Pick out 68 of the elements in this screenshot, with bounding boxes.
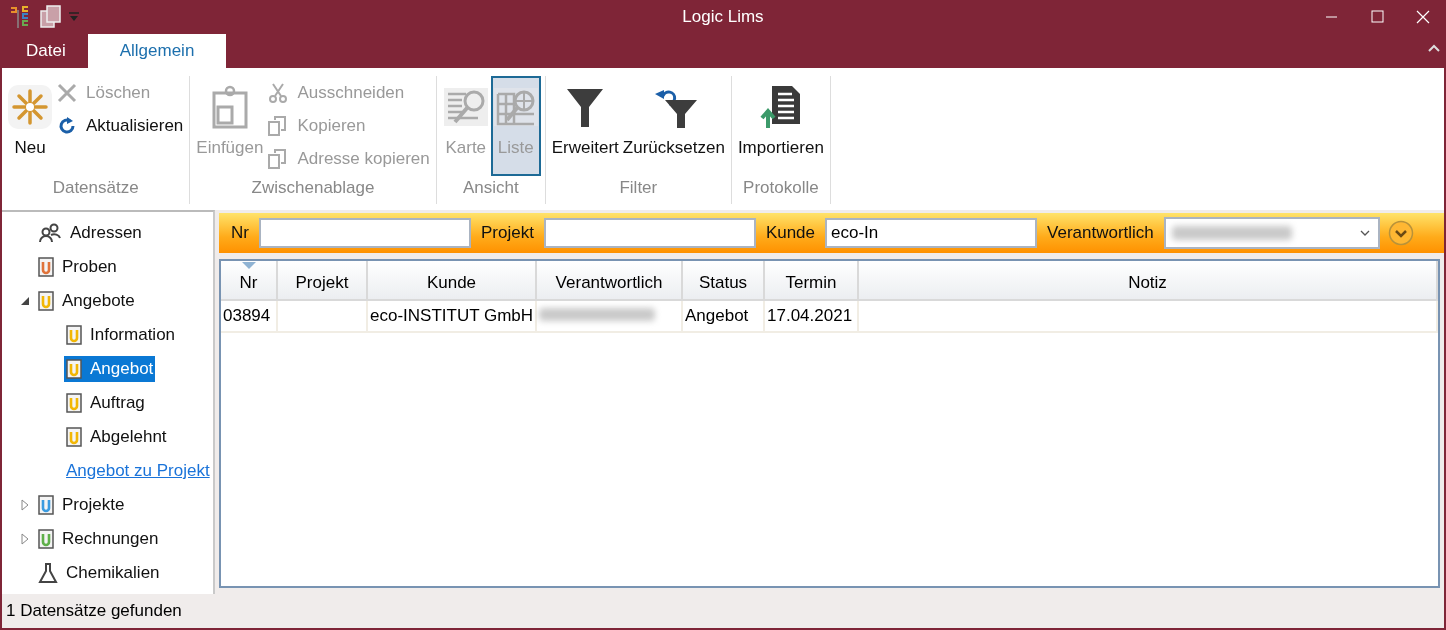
people-icon xyxy=(38,223,62,243)
chevron-down-icon xyxy=(1359,230,1370,236)
group-label: Protokolle xyxy=(743,178,819,197)
status-text: 1 Datensätze gefunden xyxy=(6,601,182,621)
table-cell: 17.04.2021 xyxy=(764,300,858,332)
table-cell: 03894 xyxy=(221,300,277,332)
tree-item[interactable]: Proben xyxy=(36,254,119,280)
expand-filter-icon[interactable] xyxy=(1387,220,1414,246)
column-header[interactable]: Nr xyxy=(221,261,277,300)
document-icon xyxy=(38,529,54,549)
collapse-ribbon-icon[interactable] xyxy=(1428,44,1440,52)
flask-icon xyxy=(38,562,58,584)
collapsed-arrow-icon[interactable] xyxy=(20,533,30,545)
column-header[interactable]: Termin xyxy=(764,261,858,300)
filter-field[interactable]: eco-In xyxy=(825,218,1038,248)
column-header[interactable]: Projekt xyxy=(277,261,367,300)
group-label: Ansicht xyxy=(462,178,519,197)
tree-item[interactable]: Abgelehnt xyxy=(64,424,169,450)
ribbon-button[interactable]: Neu xyxy=(6,76,54,176)
filter-field[interactable] xyxy=(258,218,471,248)
filter-dropdown[interactable] xyxy=(1163,217,1380,249)
table-cell: Angebot xyxy=(682,300,764,332)
copy-icon[interactable] xyxy=(40,5,62,29)
column-header[interactable]: Kunde xyxy=(367,261,536,300)
tree-item[interactable]: Auftrag xyxy=(64,390,147,416)
ribbon-tab[interactable]: Allgemein xyxy=(87,34,227,68)
tree-item[interactable]: Adressen xyxy=(36,220,144,246)
document-icon xyxy=(38,291,54,311)
ribbon-button[interactable]: Zurücksetzen xyxy=(620,76,727,176)
window-title: Logic Lims xyxy=(682,7,764,26)
group-label: Datensätze xyxy=(52,178,139,197)
ribbon-tab[interactable]: Datei xyxy=(4,34,88,68)
group-label: Filter xyxy=(619,178,658,197)
sort-arrow-icon xyxy=(241,262,256,270)
dropdown-caret-icon[interactable] xyxy=(68,12,80,22)
tree-item[interactable]: Projekte xyxy=(36,492,127,518)
scissors-icon xyxy=(267,81,290,104)
tree-item[interactable]: Angebot xyxy=(64,356,156,382)
tree-item[interactable]: Information xyxy=(64,322,178,348)
field-label: Kunde xyxy=(764,223,817,243)
filter-field[interactable] xyxy=(543,218,756,248)
ribbon-button[interactable]: Importieren xyxy=(735,76,826,176)
field-label: Nr xyxy=(230,223,250,243)
column-header[interactable]: Verantwortlich xyxy=(536,261,682,300)
tree-item[interactable]: Rechnungen xyxy=(36,526,161,552)
asterisk-icon xyxy=(8,85,52,129)
field-label: Verantwortlich xyxy=(1046,223,1155,243)
document-icon xyxy=(66,393,82,413)
document-icon xyxy=(38,495,54,515)
delete-icon xyxy=(56,81,78,104)
collapsed-arrow-icon[interactable] xyxy=(20,499,30,511)
table-search-icon xyxy=(492,86,539,128)
expanded-arrow-icon[interactable] xyxy=(20,296,30,306)
tree-item[interactable]: Chemikalien xyxy=(36,559,162,587)
card-search-icon xyxy=(442,86,489,128)
document-icon xyxy=(38,257,54,277)
field-label: Projekt xyxy=(479,223,535,243)
column-header[interactable]: Status xyxy=(682,261,764,300)
document-icon xyxy=(66,359,82,379)
group-label: Zwischenablage xyxy=(251,178,375,197)
tree-link[interactable]: Angebot zu Projekt xyxy=(66,461,210,481)
table-cell: eco-INSTITUT GmbH xyxy=(367,300,536,332)
document-icon xyxy=(66,427,82,447)
ribbon-button[interactable]: Erweitert xyxy=(549,76,621,176)
ribbon-button[interactable]: Aktualisieren xyxy=(54,109,186,142)
column-header[interactable]: Notiz xyxy=(858,261,1437,300)
tree-item[interactable]: Angebote xyxy=(36,288,137,314)
document-icon xyxy=(66,325,82,345)
